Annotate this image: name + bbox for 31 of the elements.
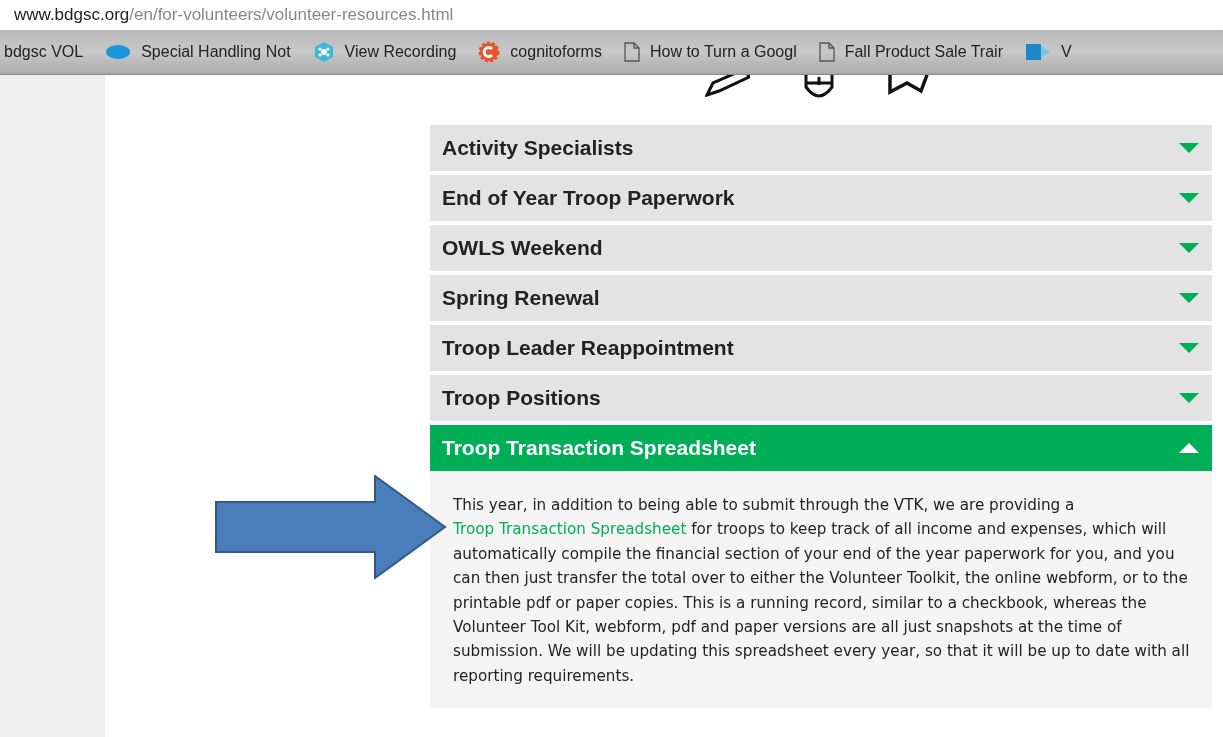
accordion-header[interactable]: Troop Positions — [430, 375, 1212, 421]
accordion-header[interactable]: End of Year Troop Paperwork — [430, 175, 1212, 221]
bookmark-label[interactable]: cognitoforms — [510, 40, 602, 64]
cloud-icon — [105, 44, 132, 60]
caret-down-icon — [1178, 342, 1200, 354]
caret-down-icon — [1178, 392, 1200, 404]
address-text[interactable]: www.bdgsc.org/en/for-volunteers/volunteer-resources.html — [14, 2, 454, 28]
accordion-header[interactable]: Troop Leader Reappointment — [430, 325, 1212, 371]
caret-down-icon — [1178, 142, 1200, 154]
bookmark-label[interactable]: How to Turn a Googl — [649, 40, 797, 64]
bookmark-label[interactable]: bdgsc VOL — [4, 40, 84, 64]
caret-down-icon — [1178, 292, 1200, 304]
sharepoint-icon — [1024, 42, 1051, 62]
mouse-icon — [803, 75, 835, 99]
bookmark-label[interactable]: Fall Product Sale Trair — [844, 40, 1003, 64]
accordion-header[interactable]: OWLS Weekend — [430, 225, 1212, 271]
caret-down-icon — [1178, 242, 1200, 254]
page-icon — [818, 42, 835, 62]
bookmark-label[interactable]: Special Handling Not — [141, 40, 291, 64]
body-paragraph: This year, in addition to being able to submit through the VTK, we are providing a Troop Transaction Spreadsheet for troops to keep track of all income and expenses, which will automatically compile the financial section of your end of the year paperwork for you, and you can then just transfer the total over to either the Volunteer Toolkit, the online webform, or to the printable pdf or paper copies. This is a running record, similar to a checkbook, whereas the Volunteer Tool Kit, webform, pdf and paper versions are all just snapshots at the time of submission. We will be updating this spreadsheet every year, so that it will be up to date with all reporting requirements. — [453, 495, 1191, 687]
caret-up-icon — [1178, 442, 1200, 454]
accordion-header[interactable]: Activity Specialists — [430, 125, 1212, 171]
caret-down-icon — [1178, 192, 1200, 204]
hexagon-icon — [312, 41, 335, 63]
accordion-header[interactable]: Spring Renewal — [430, 275, 1212, 321]
bow-icon — [887, 75, 931, 95]
bookmark-label[interactable]: V — [1060, 40, 1072, 64]
page-icon — [623, 42, 640, 62]
bookmark-label[interactable]: View Recording — [344, 40, 457, 64]
cog-icon — [478, 41, 501, 63]
pencil-icon — [705, 75, 750, 97]
